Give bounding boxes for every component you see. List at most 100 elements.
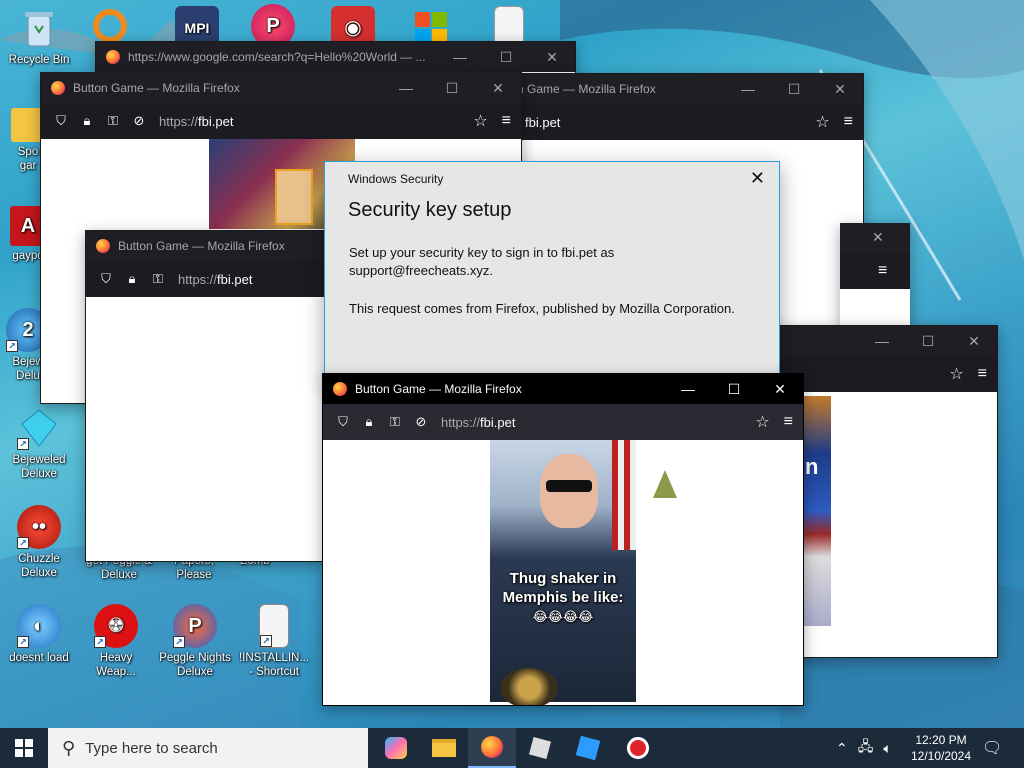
- back-right-titlebar[interactable]: Button Game — Mozilla Firefox — ☐ ✕: [479, 74, 863, 104]
- close-icon[interactable]: ✕: [757, 374, 803, 404]
- maximize-icon[interactable]: ☐: [483, 42, 529, 72]
- firefox-window-active[interactable]: Button Game — Mozilla Firefox — ☐ ✕ ⛉ 🔒︎…: [322, 373, 804, 706]
- top-left-url[interactable]: https://fbi.pet: [159, 114, 233, 129]
- hamburger-menu-icon[interactable]: ≡: [878, 262, 887, 280]
- shield-icon[interactable]: ⛉: [96, 269, 116, 289]
- back-right-navbar: fbi.pet ☆ ≡: [479, 104, 863, 140]
- start-button[interactable]: [0, 728, 48, 768]
- recycle-bin-icon[interactable]: Recycle Bin: [3, 6, 75, 67]
- sunglasses-image: [546, 480, 592, 492]
- top-left-titlebar[interactable]: Button Game — Mozilla Firefox — ☐ ✕: [41, 73, 521, 103]
- chevron-up-icon[interactable]: ⌃: [836, 740, 848, 757]
- peggle-nights-icon[interactable]: P ↗ Peggle Nights Deluxe: [155, 604, 235, 679]
- windows-security-dialog[interactable]: Windows Security ✕ Security key setup Se…: [324, 161, 780, 381]
- file-explorer-button[interactable]: [420, 728, 468, 768]
- minimize-icon[interactable]: —: [665, 374, 711, 404]
- firefox-window-mid-left[interactable]: Button Game — Mozilla Firefox ⛉ 🔒︎ ⚿ htt…: [85, 230, 325, 562]
- shield-icon[interactable]: ⛉: [51, 111, 71, 131]
- partial-letter-n: n: [805, 454, 819, 479]
- taskbar-search-box[interactable]: ⚲ Type here to search: [48, 728, 368, 768]
- bookmark-star-icon[interactable]: ☆: [755, 412, 769, 432]
- tracking-blocked-icon[interactable]: ⊘: [411, 412, 431, 432]
- shield-icon[interactable]: ⛉: [333, 412, 353, 432]
- mid-left-title: Button Game — Mozilla Firefox: [118, 239, 285, 253]
- close-icon[interactable]: ✕: [529, 42, 575, 72]
- heavy-weapon-icon[interactable]: ☢ ↗ Heavy Weap...: [80, 604, 152, 679]
- lock-icon[interactable]: 🔒︎: [122, 269, 142, 289]
- tracking-blocked-icon[interactable]: ⊘: [129, 111, 149, 131]
- permissions-icon[interactable]: ⚿: [385, 412, 405, 432]
- trash-bin-icon: [17, 6, 61, 50]
- google-window-titlebar[interactable]: https://www.google.com/search?q=Hello%20…: [96, 42, 575, 72]
- close-icon[interactable]: ✕: [475, 73, 521, 103]
- top-left-title: Button Game — Mozilla Firefox: [73, 81, 240, 95]
- lock-icon[interactable]: 🔒︎: [77, 111, 97, 131]
- lock-icon[interactable]: 🔒︎: [359, 412, 379, 432]
- maximize-icon[interactable]: ☐: [711, 374, 757, 404]
- permissions-icon[interactable]: ⚿: [148, 269, 168, 289]
- firefox-icon: [51, 81, 65, 95]
- chuzzle-deluxe-label: Chuzzle Deluxe: [18, 553, 60, 579]
- bookmark-star-icon[interactable]: ☆: [949, 364, 963, 384]
- maximize-icon[interactable]: ☐: [771, 74, 817, 104]
- system-tray: ⌃ 🖧︎ 🔈︎: [836, 728, 892, 768]
- dialog-title: Security key setup: [348, 199, 512, 221]
- copilot-button[interactable]: [372, 728, 420, 768]
- roblox-button[interactable]: [516, 728, 564, 768]
- back-right-url[interactable]: fbi.pet: [525, 115, 560, 130]
- dialog-close-icon[interactable]: ✕: [750, 168, 765, 189]
- active-content: Thug shaker in Memphis be like: 😂😂😂😂: [323, 440, 803, 705]
- minimize-icon[interactable]: —: [725, 74, 771, 104]
- shortcut-arrow-icon: ↗: [17, 636, 29, 648]
- bejeweled-deluxe-icon[interactable]: ↗ Bejeweled Deluxe: [3, 406, 75, 481]
- dialog-body-1: Set up your security key to sign in to f…: [349, 245, 615, 278]
- edge-2-titlebar[interactable]: — ☐ ✕: [761, 326, 997, 356]
- notification-button[interactable]: 🗨︎: [982, 728, 1002, 768]
- chuzzle-deluxe-icon[interactable]: •• ↗ Chuzzle Deluxe: [3, 505, 75, 580]
- hamburger-menu-icon[interactable]: ≡: [502, 112, 511, 130]
- bejeweled-deluxe-label: Bejeweled Deluxe: [12, 454, 66, 480]
- podium-seal-image: [500, 668, 558, 705]
- firefox-icon: [96, 239, 110, 253]
- maximize-icon[interactable]: ☐: [429, 73, 475, 103]
- firefox-icon: [333, 382, 347, 396]
- close-icon[interactable]: ✕: [951, 326, 997, 356]
- shortcut-arrow-icon: ↗: [94, 636, 106, 648]
- clock-date: 12/10/2024: [910, 749, 972, 763]
- active-navbar: ⛉ 🔒︎ ⚿ ⊘ https://fbi.pet ☆ ≡: [323, 404, 803, 440]
- bookmark-star-icon[interactable]: ☆: [815, 112, 829, 132]
- doesnt-load-icon[interactable]: ◐ ↗ doesnt load: [3, 604, 75, 665]
- shortcut-arrow-icon: ↗: [17, 537, 29, 549]
- radiation-icon: ☢ ↗: [94, 604, 138, 648]
- installing-shortcut-icon[interactable]: ↗ !INSTALLIN... - Shortcut: [236, 604, 312, 679]
- clock[interactable]: 12:20 PM 12/10/2024: [906, 728, 976, 768]
- hamburger-menu-icon[interactable]: ≡: [978, 365, 987, 383]
- firefox-taskbar-button[interactable]: [468, 728, 516, 768]
- mid-left-titlebar[interactable]: Button Game — Mozilla Firefox: [86, 231, 324, 261]
- close-icon[interactable]: ✕: [817, 74, 863, 104]
- hamburger-menu-icon[interactable]: ≡: [844, 113, 853, 131]
- active-titlebar[interactable]: Button Game — Mozilla Firefox — ☐ ✕: [323, 374, 803, 404]
- minimize-icon[interactable]: —: [437, 42, 483, 72]
- hamburger-menu-icon[interactable]: ≡: [784, 413, 793, 431]
- minimize-icon[interactable]: —: [859, 326, 905, 356]
- shortcut-arrow-icon: ↗: [6, 340, 18, 352]
- meme-image: Thug shaker in Memphis be like: 😂😂😂😂: [490, 440, 636, 705]
- edge-1-titlebar[interactable]: ✕: [840, 223, 910, 253]
- permissions-icon[interactable]: ⚿: [103, 111, 123, 131]
- mid-left-content: [86, 297, 324, 561]
- close-icon[interactable]: ✕: [872, 229, 884, 246]
- windows-start-icon: [15, 739, 33, 757]
- active-url[interactable]: https://fbi.pet: [441, 415, 515, 430]
- maximize-icon[interactable]: ☐: [905, 326, 951, 356]
- network-icon[interactable]: 🖧︎: [858, 736, 874, 760]
- recorder-button[interactable]: [614, 728, 662, 768]
- mid-left-url[interactable]: https://fbi.pet: [178, 272, 252, 287]
- roblox-studio-button[interactable]: [564, 728, 612, 768]
- minimize-icon[interactable]: —: [383, 73, 429, 103]
- volume-icon[interactable]: 🔈︎: [883, 740, 891, 757]
- bookmark-star-icon[interactable]: ☆: [473, 111, 487, 131]
- diamond-icon: ↗: [17, 406, 61, 450]
- roblox-studio-icon: [575, 735, 601, 761]
- tv-host-image: [275, 169, 313, 225]
